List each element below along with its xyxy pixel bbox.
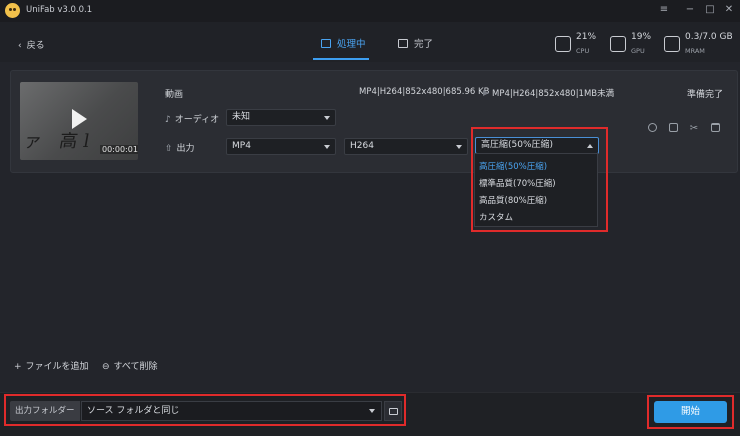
input-info: MP4|H264|852x480|685.96 KB bbox=[359, 87, 490, 97]
output-folder-value: ソース フォルダと同じ bbox=[87, 406, 180, 416]
app-logo-icon bbox=[5, 3, 20, 18]
video-duration: 00:00:01 bbox=[100, 145, 138, 154]
codec-select-value: H264 bbox=[350, 141, 374, 151]
play-icon[interactable] bbox=[72, 109, 87, 129]
delete-all-button[interactable]: ⊖ すべて削除 bbox=[102, 359, 158, 372]
add-file-label: ファイルを追加 bbox=[25, 362, 89, 372]
memory-icon bbox=[664, 36, 680, 52]
tab-processing[interactable]: 処理中 bbox=[321, 36, 366, 56]
trash-icon[interactable] bbox=[709, 123, 721, 135]
minimize-button[interactable]: − bbox=[683, 3, 697, 17]
upload-icon: ⇧ bbox=[165, 144, 173, 154]
title-bar: UniFab v3.0.0.1 ≡ − □ ✕ bbox=[0, 0, 740, 22]
settings-icon[interactable] bbox=[646, 123, 658, 135]
tab-processing-label: 処理中 bbox=[337, 39, 366, 50]
thumbnail-scribble: ァ 高l bbox=[21, 131, 98, 152]
output-folder-label: 出力フォルダー bbox=[10, 401, 80, 421]
back-label: 戻る bbox=[26, 41, 45, 51]
top-nav: ‹ 戻る 処理中 完了 21% CPU 19% GPU 0.3/7.0 GB MR… bbox=[0, 22, 740, 62]
add-file-button[interactable]: + ファイルを追加 bbox=[14, 359, 89, 372]
processing-icon bbox=[321, 39, 331, 48]
back-button[interactable]: ‹ 戻る bbox=[18, 38, 45, 51]
audio-select-value: 未知 bbox=[232, 112, 251, 122]
active-tab-indicator bbox=[313, 58, 369, 60]
quality-option-custom[interactable]: カスタム bbox=[479, 211, 513, 223]
tab-completed[interactable]: 完了 bbox=[398, 36, 433, 56]
chevron-down-icon bbox=[369, 409, 375, 413]
quality-select-value: 高圧縮(50%圧縮) bbox=[481, 140, 554, 150]
output-label: 出力 bbox=[176, 144, 195, 154]
arrow-right-icon bbox=[483, 90, 489, 96]
trash-icon: ⊖ bbox=[102, 362, 110, 372]
quality-select[interactable]: 高圧縮(50%圧縮) bbox=[475, 137, 599, 154]
start-button[interactable]: 開始 bbox=[654, 401, 727, 423]
memory-value: 0.3/7.0 GB bbox=[685, 32, 733, 42]
menu-button[interactable]: ≡ bbox=[657, 3, 671, 17]
format-select[interactable]: MP4 bbox=[226, 138, 336, 155]
chevron-down-icon bbox=[456, 145, 462, 149]
gpu-label: GPU bbox=[631, 47, 645, 55]
chevron-left-icon: ‹ bbox=[18, 41, 22, 51]
chevron-down-icon bbox=[324, 116, 330, 120]
close-button[interactable]: ✕ bbox=[722, 3, 736, 17]
quality-option-high-quality[interactable]: 高品質(80%圧縮) bbox=[479, 194, 547, 206]
audio-row-label: ♪ オーディオ bbox=[165, 112, 219, 125]
gpu-value: 19% bbox=[631, 32, 652, 42]
edit-icon[interactable] bbox=[667, 123, 679, 135]
audio-label: オーディオ bbox=[174, 115, 220, 125]
codec-select[interactable]: H264 bbox=[344, 138, 468, 155]
output-info: MP4|H264|852x480|1MB未満 bbox=[492, 89, 615, 99]
audio-select[interactable]: 未知 bbox=[226, 109, 336, 126]
microphone-icon: ♪ bbox=[165, 115, 171, 125]
quality-dropdown: 高圧縮(50%圧縮) 標準品質(70%圧縮) 高品質(80%圧縮) カスタム bbox=[474, 153, 598, 227]
delete-all-label: すべて削除 bbox=[113, 362, 158, 372]
plus-icon: + bbox=[14, 362, 22, 372]
format-select-value: MP4 bbox=[232, 141, 251, 151]
output-row-label: ⇧ 出力 bbox=[165, 141, 195, 154]
cpu-icon bbox=[555, 36, 571, 52]
video-label: 動画 bbox=[165, 90, 184, 100]
video-thumbnail[interactable]: ァ 高l 00:00:01 bbox=[20, 82, 138, 160]
cpu-label: CPU bbox=[576, 47, 590, 55]
maximize-button[interactable]: □ bbox=[703, 3, 717, 17]
chevron-up-icon bbox=[587, 144, 593, 148]
quality-option-high-compression[interactable]: 高圧縮(50%圧縮) bbox=[479, 160, 547, 172]
gpu-icon bbox=[610, 36, 626, 52]
quality-option-standard[interactable]: 標準品質(70%圧縮) bbox=[479, 177, 556, 189]
tab-completed-label: 完了 bbox=[414, 39, 434, 50]
completed-icon bbox=[398, 39, 408, 48]
app-title: UniFab v3.0.0.1 bbox=[26, 5, 93, 15]
folder-icon bbox=[389, 408, 398, 415]
cpu-value: 21% bbox=[576, 32, 597, 42]
task-card: ァ 高l 00:00:01 動画 MP4|H264|852x480|685.96… bbox=[10, 70, 738, 173]
output-folder-select[interactable]: ソース フォルダと同じ bbox=[81, 401, 382, 421]
memory-label: MRAM bbox=[685, 47, 705, 55]
chevron-down-icon bbox=[324, 145, 330, 149]
scissors-icon[interactable]: ✂ bbox=[688, 123, 700, 135]
status-text: 準備完了 bbox=[686, 90, 723, 100]
browse-folder-button[interactable] bbox=[384, 401, 402, 421]
